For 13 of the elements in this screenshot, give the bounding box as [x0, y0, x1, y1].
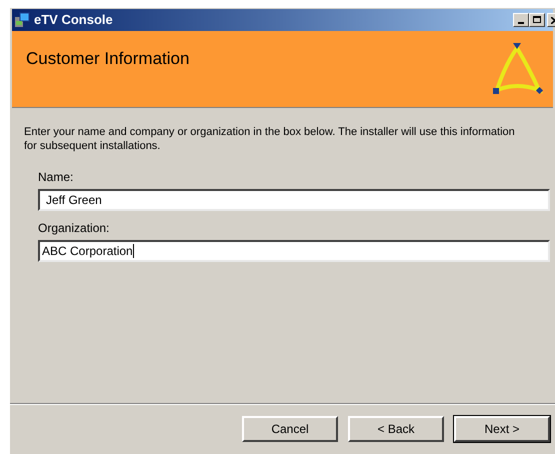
instruction-text: Enter your name and company or organization in the box below. The installer will use this information for subsequent installations. — [24, 125, 516, 153]
dialog-button[interactable]: Cancel — [242, 416, 338, 442]
installer-icon — [14, 12, 30, 28]
field-label: Organization: — [38, 220, 110, 237]
field-label: Name: — [38, 169, 74, 186]
maximize-button[interactable] — [529, 13, 545, 27]
header-title: Customer Information — [26, 48, 190, 70]
input-field[interactable]: ABC Corporation — [38, 240, 550, 262]
window-title: eTV Console — [34, 11, 113, 30]
dialog-button[interactable]: Next > — [454, 416, 550, 442]
minimize-button[interactable] — [513, 13, 529, 27]
dialog-button[interactable]: < Back — [348, 416, 444, 442]
input-field[interactable]: Jeff Green — [38, 189, 550, 211]
